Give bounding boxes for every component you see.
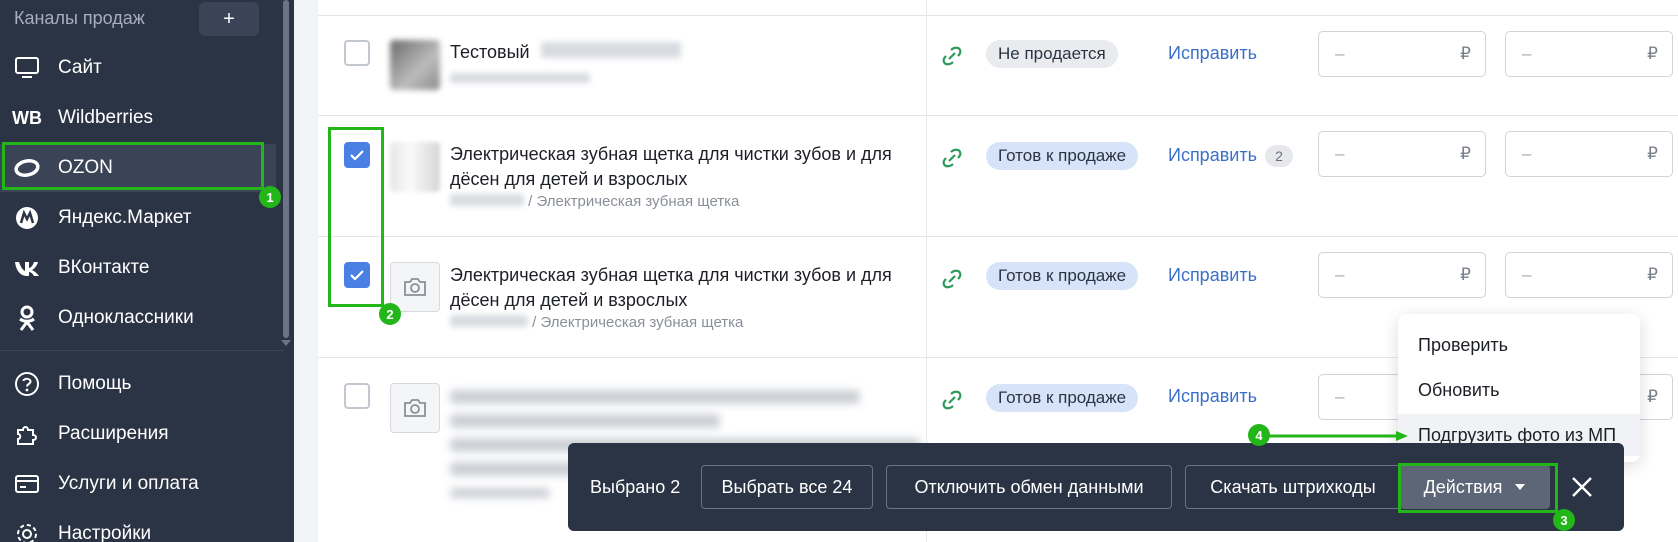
menu-item-check[interactable]: Проверить [1398,324,1640,366]
product-thumbnail [390,142,440,192]
gear-icon [12,519,42,542]
help-icon [12,369,42,399]
redacted-text [450,315,528,327]
sidebar-item-label: Одноклассники [58,307,194,328]
sidebar-item-yandex-market[interactable]: Яндекс.Маркет [0,194,276,242]
redacted-title-line [450,462,580,476]
annotation-number: 3 [1553,509,1575,531]
wb-logo: WB [12,107,42,128]
sales-channels-title: Каналы продаж [14,8,145,28]
redacted-title-line [450,390,860,404]
sidebar-item-extensions[interactable]: Расширения [0,410,276,458]
sidebar-item-label: Настройки [58,523,152,542]
status-badge: Готов к продаже [986,142,1139,170]
annotation-number: 1 [259,186,281,208]
issues-count-badge: 2 [1265,145,1293,167]
sidebar-item-settings[interactable]: Настройки [0,510,276,542]
price-input[interactable]: – ₽ [1318,131,1486,177]
sidebar-item-label: Wildberries [58,107,154,128]
link-icon[interactable] [938,265,966,293]
sidebar-item-wildberries[interactable]: WB Wildberries [0,94,276,142]
status-badge: Готов к продаже [986,262,1139,290]
puzzle-icon [12,419,42,449]
camera-icon [404,278,426,296]
old-price-input[interactable]: – ₽ [1505,131,1673,177]
fix-link[interactable]: Исправить [1168,145,1257,166]
sidebar: Каналы продаж + Сайт WB Wildberries OZON… [0,0,294,542]
sidebar-item-site[interactable]: Сайт [0,44,276,92]
scroll-down-arrow-icon[interactable] [281,340,291,346]
ok-logo [12,303,42,333]
disable-exchange-button[interactable]: Отключить обмен данными [886,465,1172,509]
close-icon[interactable] [1568,473,1596,501]
product-subtitle: / Электрическая зубная щетка [450,314,743,331]
fix-link[interactable]: Исправить [1168,386,1257,407]
link-icon[interactable] [938,144,966,172]
fix-link[interactable]: Исправить [1168,43,1257,64]
redacted-text [450,73,590,83]
sidebar-item-label: ВКонтакте [58,257,150,278]
vk-logo [12,253,42,283]
row-divider [318,115,1678,116]
product-subtitle: / Электрическая зубная щетка [450,193,739,210]
fix-link[interactable]: Исправить [1168,265,1257,286]
add-channel-button[interactable]: + [199,2,259,36]
redacted-text [540,42,681,58]
row-divider [318,15,1678,16]
redacted-subtitle [450,488,550,498]
sidebar-item-label: Помощь [58,373,132,394]
redacted-title-line [450,414,720,428]
product-thumbnail [390,40,440,90]
sidebar-scrollbar[interactable] [283,0,289,338]
price-input[interactable]: – ₽ [1318,252,1486,298]
selected-count: Выбрано 2 [590,477,681,497]
product-thumbnail-placeholder[interactable] [390,262,440,312]
yandex-market-logo [12,203,42,233]
product-subtitle [450,70,590,87]
select-all-button[interactable]: Выбрать все 24 [701,465,873,509]
sidebar-item-label: Расширения [58,423,169,444]
card-icon [12,469,42,499]
annotation-number: 2 [379,303,401,325]
status-badge: Готов к продаже [986,384,1139,412]
redacted-text [450,194,524,206]
price-input[interactable]: – ₽ [1318,31,1486,77]
annotation-box-actions [1398,463,1558,513]
annotation-box-checkboxes [328,127,384,307]
camera-icon [404,399,426,417]
sidebar-item-billing[interactable]: Услуги и оплата [0,460,276,508]
old-price-input[interactable]: – ₽ [1505,31,1673,77]
monitor-icon [12,53,42,83]
link-icon[interactable] [938,386,966,414]
download-barcodes-button[interactable]: Скачать штрихкоды [1185,465,1401,509]
sidebar-divider [0,350,284,351]
sidebar-item-label: Услуги и оплата [58,473,199,494]
sidebar-item-help[interactable]: Помощь [0,360,276,408]
product-title[interactable]: Тестовый [450,40,681,65]
row-checkbox[interactable] [344,40,370,66]
product-title[interactable]: Электрическая зубная щетка для чистки зу… [450,263,892,313]
row-checkbox[interactable] [344,383,370,409]
product-thumbnail-placeholder[interactable] [390,383,440,433]
link-icon[interactable] [938,42,966,70]
old-price-input[interactable]: – ₽ [1505,252,1673,298]
sidebar-item-ok[interactable]: Одноклассники [0,294,276,342]
annotation-box-ozon [2,142,264,190]
status-badge: Не продается [986,40,1118,68]
product-title[interactable]: Электрическая зубная щетка для чистки зу… [450,142,892,192]
sidebar-item-vk[interactable]: ВКонтакте [0,244,276,292]
annotation-arrow-icon [1262,431,1408,441]
sidebar-item-label: Яндекс.Маркет [58,207,192,228]
sidebar-item-label: Сайт [58,57,102,78]
menu-item-update[interactable]: Обновить [1398,369,1640,411]
actions-dropdown-menu: Проверить Обновить Подгрузить фото из МП [1398,314,1640,462]
row-divider [318,236,1678,237]
